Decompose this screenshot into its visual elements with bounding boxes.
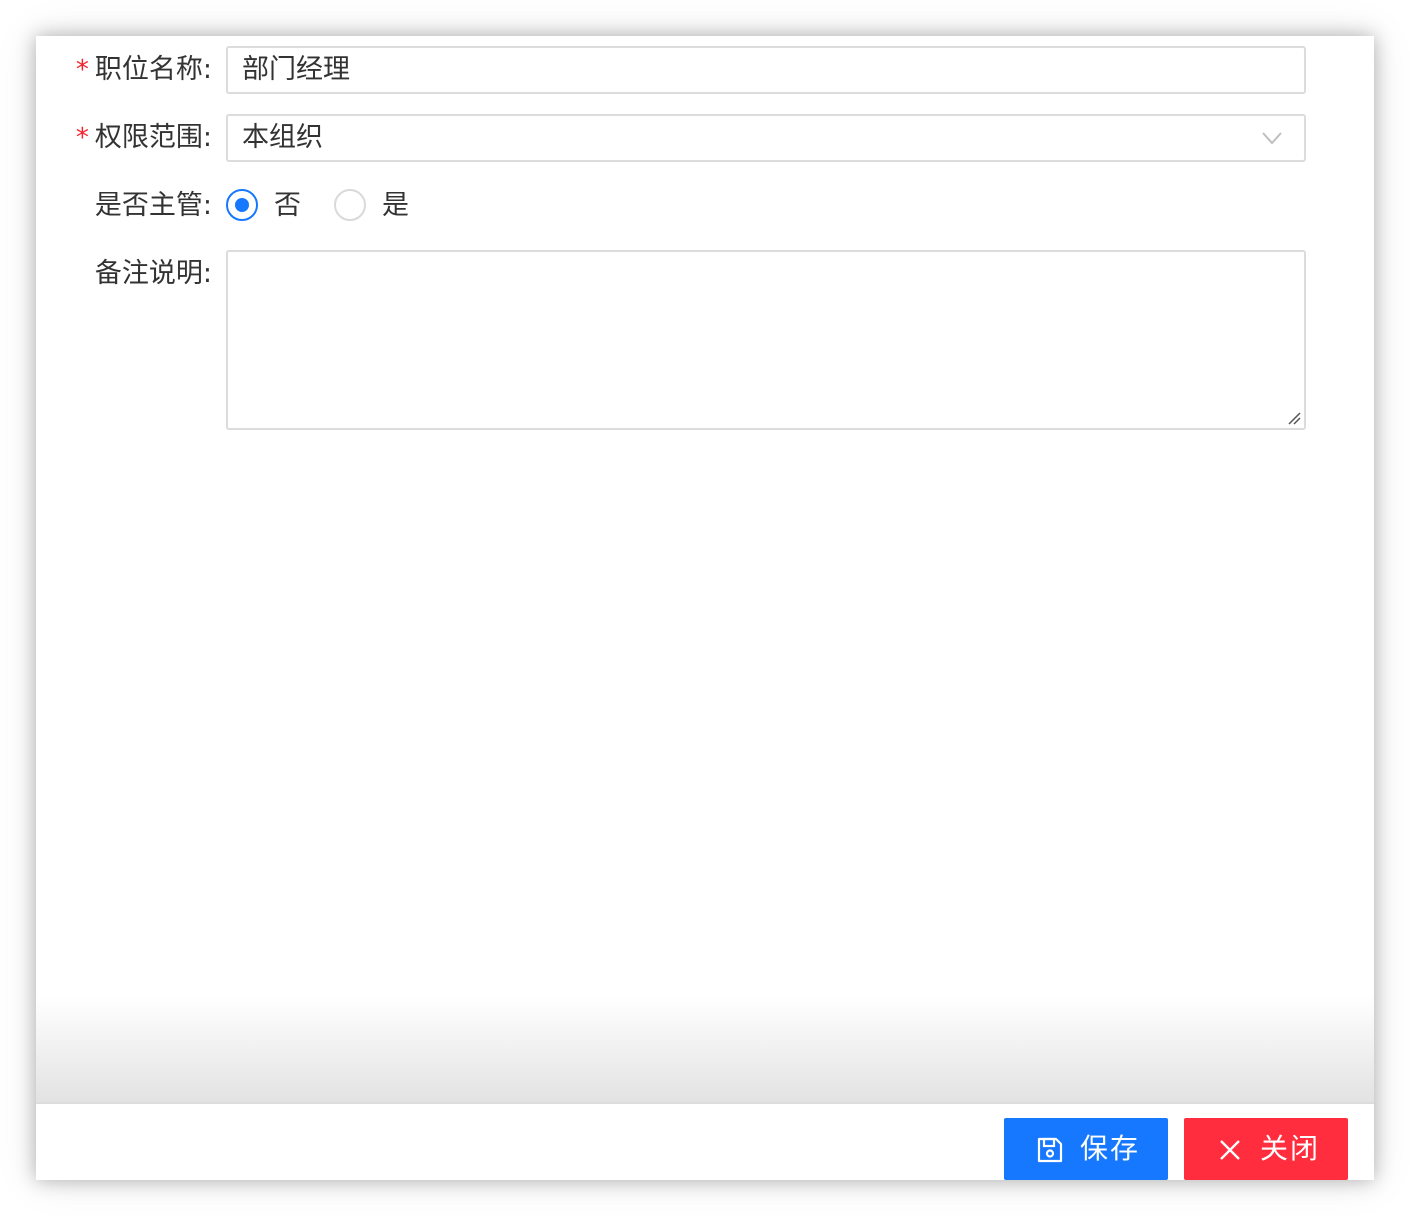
radio-no-label[interactable]: 否 — [274, 182, 301, 230]
close-icon — [1220, 1140, 1240, 1160]
close-label: 关闭 — [1260, 1133, 1321, 1164]
required-mark: * — [75, 55, 89, 85]
save-button[interactable]: 保存 — [1004, 1118, 1168, 1180]
position-name-row: * 职位名称: 部门经理 — [36, 46, 1374, 94]
resize-handle-icon[interactable] — [1285, 409, 1301, 425]
permission-scope-label: * 权限范围: — [75, 122, 212, 153]
close-button[interactable]: 关闭 — [1184, 1118, 1348, 1180]
is-supervisor-row: 是否主管: 否 是 — [36, 182, 1374, 230]
radio-yes-label[interactable]: 是 — [382, 182, 409, 230]
dialog-footer: 保存 关闭 — [36, 1104, 1374, 1180]
edit-position-dialog: *职位名称: 部门经理 *权限范围: 本组织 是否主管: 否 是 备注说明: — [36, 36, 1374, 1180]
permission-scope-value: 本组织 — [242, 122, 323, 153]
permission-scope-row: * 权限范围: 本组织 — [36, 114, 1374, 162]
chevron-down-icon — [1262, 132, 1282, 145]
position-name-value: 部门经理 — [242, 54, 350, 85]
remarks-row: 备注说明: — [36, 250, 1374, 430]
remarks-label: 备注说明: — [94, 258, 212, 289]
position-name-label: * 职位名称: — [75, 54, 212, 85]
position-name-input[interactable]: 部门经理 — [226, 46, 1306, 94]
required-mark: * — [75, 123, 89, 153]
radio-no[interactable] — [226, 189, 258, 221]
save-icon — [1037, 1137, 1063, 1163]
is-supervisor-label: 是否主管: — [94, 190, 212, 221]
scroll-fade — [36, 996, 1374, 1104]
radio-yes[interactable] — [334, 189, 366, 221]
permission-scope-select[interactable]: 本组织 — [226, 114, 1306, 162]
save-label: 保存 — [1080, 1133, 1141, 1164]
remarks-textarea[interactable] — [226, 250, 1306, 430]
